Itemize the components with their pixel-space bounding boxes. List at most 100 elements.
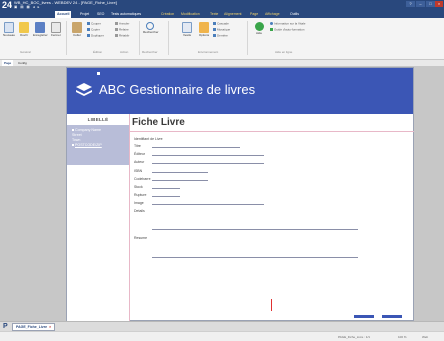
redo-command[interactable]: Refaire	[115, 28, 129, 32]
stack-logo-icon	[76, 83, 92, 96]
label-rupture: Rupture	[134, 193, 147, 197]
behind-command[interactable]: Derrière	[213, 34, 228, 38]
vestis-button[interactable]: Vestis	[180, 22, 194, 38]
tab-outils[interactable]: Outils	[290, 11, 299, 18]
info-command[interactable]: Information sur la Vitale	[270, 22, 305, 26]
form-button-1[interactable]	[354, 315, 374, 318]
copy-command[interactable]: Copier	[87, 28, 100, 32]
folder-icon	[19, 22, 29, 33]
cut-command[interactable]: Couper	[87, 22, 101, 26]
tab-accueil[interactable]: Accueil	[55, 11, 72, 18]
anchor-marker	[97, 72, 100, 75]
close-icon[interactable]: ×	[435, 1, 443, 7]
new-button[interactable]: Nouveau	[2, 22, 16, 38]
help-icon[interactable]: ?	[406, 1, 415, 7]
bullet-icon	[72, 129, 74, 132]
sidebar-link-company[interactable]: Company Name	[72, 128, 101, 132]
quick-access-toolbar[interactable]: ▣ ▤ ▦ ◂ ▸	[14, 5, 40, 9]
app-title: ABC Gestionnaire de livres	[99, 82, 256, 97]
search-button[interactable]: Rechercher	[143, 22, 159, 35]
tab-seo[interactable]: SEO	[97, 11, 104, 18]
title-bar: 24 WB_HC_BOC_livres - WEBDEV 24 - [PAGE_…	[0, 0, 444, 10]
input-details[interactable]	[152, 229, 358, 230]
guide-command[interactable]: Guide d'auto-formation	[270, 28, 304, 32]
vestis-icon	[182, 22, 192, 33]
sidebar-heading: LIBELLÉ	[87, 117, 109, 122]
tab-creation[interactable]: Création	[161, 11, 174, 18]
label-editeur: Éditeur	[134, 152, 146, 156]
duplicate-command[interactable]: Dupliquer	[87, 34, 104, 38]
tab-affichage[interactable]: Affichage	[265, 11, 280, 18]
group-label-rechercher: Rechercher	[142, 50, 158, 54]
help-icon	[254, 22, 264, 31]
group-separator	[139, 21, 140, 55]
guide-icon	[270, 28, 273, 31]
input-codebarre[interactable]	[152, 180, 208, 181]
input-resume[interactable]	[152, 257, 358, 258]
tab-page[interactable]: Page	[250, 11, 258, 18]
doc-tab-fiche-livre[interactable]: PAGE_Fiche_Livre ×	[12, 323, 56, 331]
sidebar-link-street[interactable]: Street	[72, 133, 82, 137]
title-divider	[130, 131, 414, 132]
page-header: ABC Gestionnaire de livres	[67, 68, 413, 114]
sidebar-link-town[interactable]: Town	[72, 138, 80, 142]
tab-modification[interactable]: Modification	[181, 11, 200, 18]
close-doc-button[interactable]: Fermer	[49, 22, 63, 38]
redo-icon	[115, 28, 118, 31]
cascade-command[interactable]: Cascade	[213, 22, 229, 26]
tab-texte[interactable]: Texte	[210, 11, 218, 18]
label-titre: Titre	[134, 144, 141, 148]
restore-command[interactable]: Rétablir	[115, 34, 129, 38]
minimize-icon[interactable]: –	[416, 1, 425, 7]
close-tab-icon[interactable]: ×	[49, 325, 51, 329]
save-button[interactable]: Enregistrer	[33, 22, 48, 38]
form-button-2[interactable]	[382, 315, 402, 318]
sidebar: LIBELLÉ Company Name Street Town POSTCOD…	[67, 114, 129, 322]
info-icon	[270, 22, 273, 25]
input-auteur[interactable]	[152, 163, 264, 164]
open-button[interactable]: Ouvrir	[17, 22, 31, 38]
sidebar-panel: Company Name Street Town POSTCODE/ZIP	[67, 125, 129, 165]
label-stock: Stock	[134, 185, 143, 189]
group-label-aide: Aide en ligne	[275, 50, 293, 54]
mosaic-command[interactable]: Mosaïque	[213, 28, 230, 32]
group-separator	[247, 21, 248, 55]
options-icon	[199, 22, 209, 33]
mosaic-icon	[213, 28, 216, 31]
insertion-marker	[271, 299, 272, 311]
input-image[interactable]	[152, 204, 264, 205]
group-label-action: Action	[120, 50, 129, 54]
cut-icon	[87, 22, 90, 25]
input-isbn[interactable]	[152, 172, 208, 173]
input-editeur[interactable]	[152, 155, 264, 156]
input-titre[interactable]	[152, 147, 240, 148]
label-codebarre: Codebarre	[134, 177, 151, 181]
label-auteur: Auteur	[134, 160, 145, 164]
tab-alignement[interactable]: Alignement	[224, 11, 242, 18]
paste-button[interactable]: Coller	[70, 22, 84, 38]
options-button[interactable]: Options	[197, 22, 211, 38]
group-separator	[66, 21, 67, 55]
maximize-icon[interactable]: □	[426, 1, 435, 7]
restore-icon	[115, 34, 118, 37]
tab-projet[interactable]: Projet	[80, 11, 89, 18]
sidebar-link-postcode[interactable]: POSTCODE/ZIP	[72, 143, 102, 147]
group-separator	[168, 21, 169, 55]
page-type-icon: P	[3, 323, 8, 330]
label-identifiant: Identifiant de Livre	[134, 137, 163, 141]
content-area: Fiche Livre Identifiant de Livre Titre É…	[129, 114, 414, 322]
input-stock[interactable]	[152, 188, 180, 189]
status-page-count: PAGE_Fiche_Livre : 1/1	[338, 335, 370, 339]
page-canvas[interactable]: ABC Gestionnaire de livres LIBELLÉ Compa…	[66, 67, 414, 322]
tab-tests[interactable]: Tests automatiques	[111, 11, 141, 18]
copy-icon	[87, 28, 90, 31]
ribbon-tabs: Accueil Projet SEO Tests automatiques Cr…	[0, 10, 444, 18]
label-details: Details	[134, 209, 145, 213]
paste-icon	[72, 22, 82, 33]
label-image: Image	[134, 201, 144, 205]
input-rupture[interactable]	[152, 196, 180, 197]
status-zoom[interactable]: 100 %	[398, 335, 407, 339]
help-button[interactable]: Aide	[252, 22, 266, 36]
page-title: Fiche Livre	[132, 117, 185, 128]
undo-command[interactable]: Annuler	[115, 22, 129, 26]
